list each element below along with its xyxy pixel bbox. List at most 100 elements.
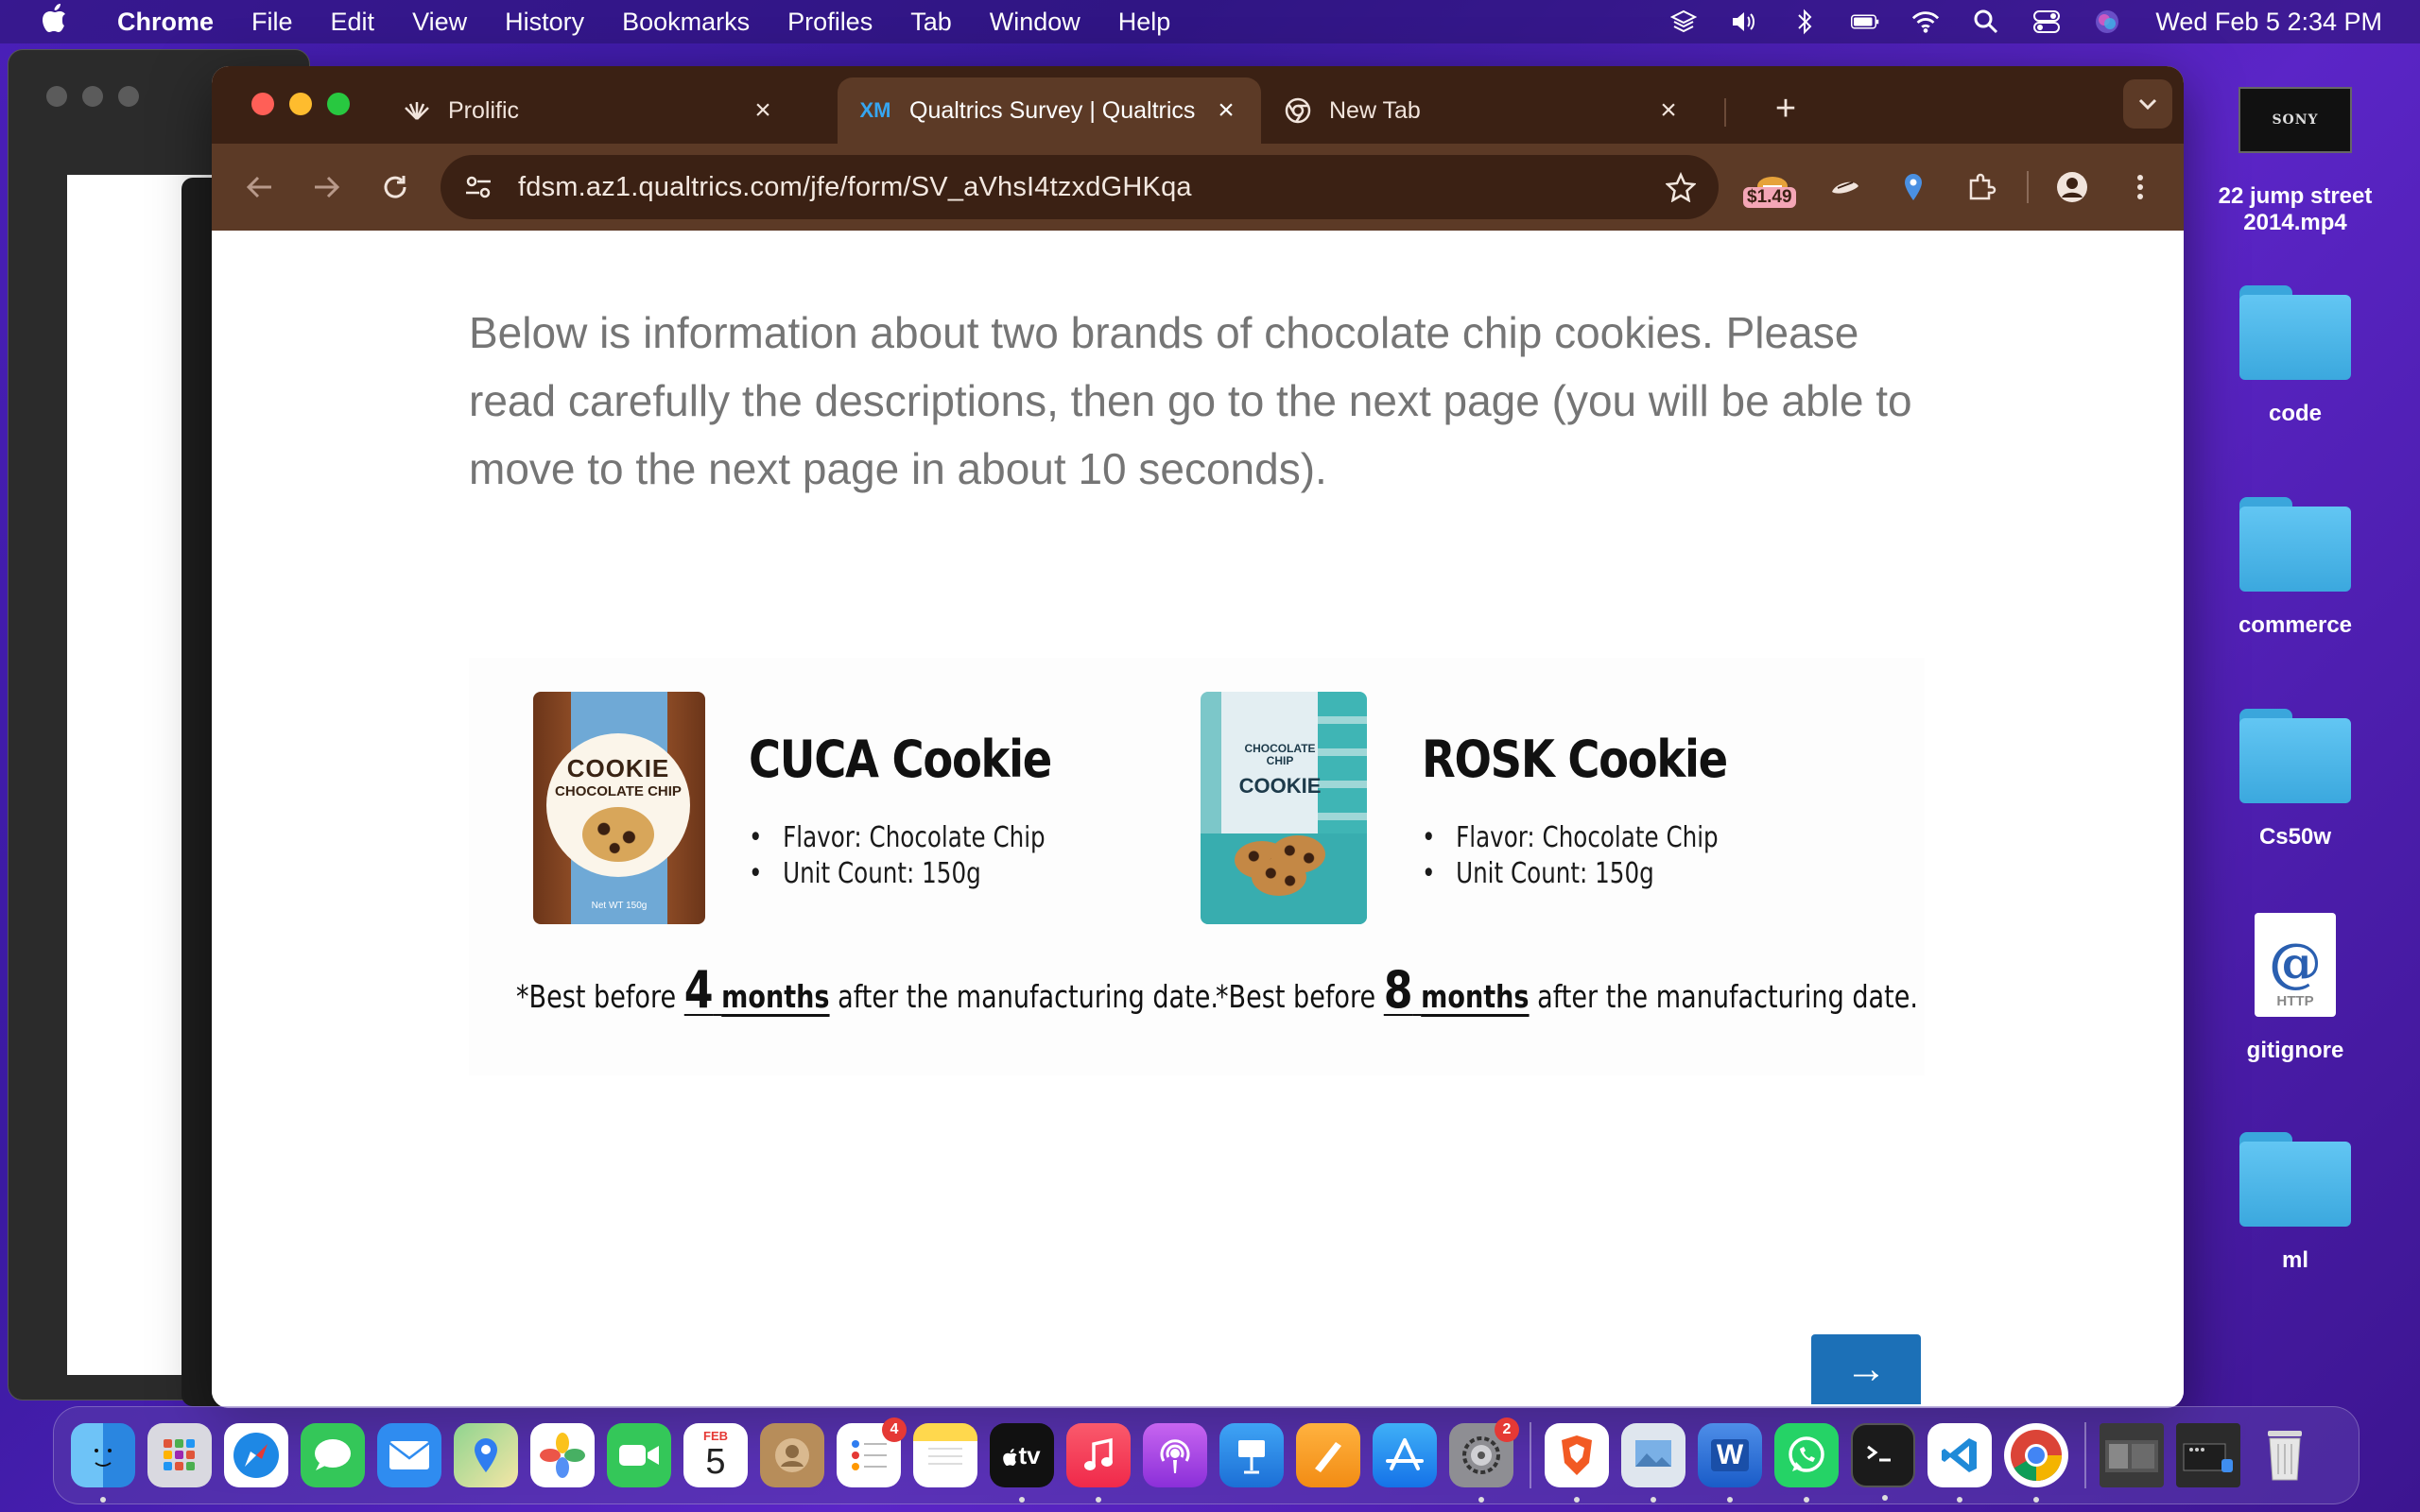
menubar-clock[interactable]: Wed Feb 5 2:34 PM bbox=[2155, 8, 2382, 37]
calendar-day: 5 bbox=[705, 1442, 726, 1482]
close-tab-icon[interactable]: × bbox=[1212, 94, 1240, 127]
microsoft-word-icon[interactable]: W bbox=[1698, 1423, 1762, 1503]
music-icon[interactable] bbox=[1066, 1423, 1131, 1503]
launchpad-icon[interactable] bbox=[147, 1423, 212, 1487]
cuca-feature-flavor: Flavor: Chocolate Chip bbox=[749, 820, 1046, 856]
profile-avatar-icon[interactable] bbox=[2048, 163, 2097, 212]
siri-icon[interactable] bbox=[2093, 8, 2121, 36]
apple-tv-icon[interactable]: tv bbox=[990, 1423, 1054, 1503]
qualtrics-xm-icon: XM bbox=[859, 98, 891, 122]
menu-profiles[interactable]: Profiles bbox=[787, 8, 873, 37]
desktop-folder-commerce[interactable]: commerce bbox=[2210, 497, 2380, 639]
close-tab-icon[interactable]: × bbox=[749, 94, 777, 127]
tab-prolific[interactable]: Prolific × bbox=[382, 77, 798, 144]
apple-menu-icon[interactable] bbox=[38, 4, 72, 40]
folder-icon bbox=[2239, 497, 2351, 592]
forward-button[interactable] bbox=[302, 163, 352, 212]
control-center-icon[interactable] bbox=[2032, 8, 2061, 36]
bookmark-star-icon[interactable] bbox=[1658, 164, 1703, 210]
close-window-button[interactable] bbox=[251, 93, 274, 115]
product-cuca: COOKIE CHOCOLATE CHIP Net WT 150g CUCA C… bbox=[518, 679, 1180, 934]
layers-status-icon[interactable] bbox=[1669, 8, 1698, 36]
reload-button[interactable] bbox=[371, 163, 420, 212]
menu-edit[interactable]: Edit bbox=[331, 8, 375, 37]
mail-icon[interactable] bbox=[377, 1423, 441, 1487]
trash-icon[interactable] bbox=[2253, 1423, 2317, 1487]
reminders-icon[interactable]: 4 bbox=[837, 1418, 907, 1487]
tab-qualtrics[interactable]: XM Qualtrics Survey | Qualtrics E × bbox=[838, 77, 1261, 144]
best-before-prefix: *Best before bbox=[1216, 978, 1376, 1015]
maps-icon[interactable] bbox=[454, 1423, 518, 1487]
menu-view[interactable]: View bbox=[412, 8, 467, 37]
rosk-product-name: ROSK Cookie bbox=[1422, 730, 1728, 789]
location-pin-extension-icon[interactable] bbox=[1889, 163, 1938, 212]
desktop-item-label: 22 jump street 2014.mp4 bbox=[2218, 183, 2373, 235]
vscode-icon[interactable] bbox=[1927, 1423, 1992, 1503]
desktop-folder-cs50w[interactable]: Cs50w bbox=[2210, 709, 2380, 850]
cuca-package-image: COOKIE CHOCOLATE CHIP Net WT 150g bbox=[533, 692, 705, 924]
app-store-icon[interactable] bbox=[1373, 1423, 1437, 1487]
system-settings-icon[interactable]: 2 bbox=[1449, 1418, 1519, 1503]
cookie-illustration bbox=[1235, 835, 1327, 896]
extensions-puzzle-icon[interactable] bbox=[1957, 163, 2006, 212]
http-file-icon: @ HTTP bbox=[2255, 913, 2336, 1017]
terminal-icon[interactable] bbox=[1851, 1423, 1915, 1501]
preview-icon[interactable] bbox=[1621, 1423, 1685, 1503]
menu-bookmarks[interactable]: Bookmarks bbox=[622, 8, 750, 37]
bluetooth-icon[interactable] bbox=[1790, 8, 1819, 36]
downloads-stack-icon[interactable] bbox=[2176, 1423, 2240, 1487]
menu-tab[interactable]: Tab bbox=[910, 8, 952, 37]
keynote-icon[interactable] bbox=[1219, 1423, 1284, 1487]
window-controls bbox=[251, 93, 365, 115]
whatsapp-icon[interactable] bbox=[1774, 1423, 1839, 1503]
desktop-file-gitignore[interactable]: @ HTTP gitignore bbox=[2210, 913, 2380, 1064]
menu-app-name[interactable]: Chrome bbox=[117, 8, 214, 37]
tab-search-button[interactable] bbox=[2123, 79, 2172, 129]
new-tab-button[interactable]: + bbox=[1762, 85, 1809, 132]
menu-window[interactable]: Window bbox=[990, 8, 1080, 37]
chrome-menu-icon[interactable] bbox=[2116, 163, 2165, 212]
finder-icon[interactable] bbox=[71, 1423, 135, 1503]
photos-icon[interactable] bbox=[530, 1423, 595, 1487]
honey-extension-icon[interactable]: $1.49 bbox=[1743, 163, 1802, 212]
desktop-item-label: commerce bbox=[2238, 612, 2353, 638]
pages-icon[interactable] bbox=[1296, 1423, 1360, 1487]
calendar-icon[interactable]: FEB 5 bbox=[683, 1423, 748, 1487]
spotlight-search-icon[interactable] bbox=[1972, 8, 2000, 36]
menu-file[interactable]: File bbox=[251, 8, 293, 37]
honey-price-badge: $1.49 bbox=[1743, 187, 1796, 208]
battery-icon[interactable] bbox=[1851, 8, 1879, 36]
desktop-folder-code[interactable]: code bbox=[2210, 285, 2380, 427]
desktop-video-file[interactable]: SONY 22 jump street 2014.mp4 bbox=[2210, 87, 2380, 236]
podcasts-icon[interactable] bbox=[1143, 1423, 1207, 1487]
next-page-button[interactable]: → bbox=[1811, 1334, 1921, 1404]
brave-icon[interactable] bbox=[1545, 1423, 1609, 1503]
back-button[interactable] bbox=[234, 163, 284, 212]
address-bar[interactable]: fdsm.az1.qualtrics.com/jfe/form/SV_aVhsI… bbox=[441, 155, 1719, 219]
menu-history[interactable]: History bbox=[505, 8, 584, 37]
facetime-icon[interactable] bbox=[607, 1423, 671, 1487]
site-info-icon[interactable] bbox=[456, 164, 501, 210]
rosk-feature-flavor: Flavor: Chocolate Chip bbox=[1422, 820, 1719, 856]
tab-strip: Prolific × XM Qualtrics Survey | Qualtri… bbox=[212, 66, 2184, 144]
chrome-dock-icon[interactable] bbox=[2004, 1423, 2068, 1503]
volume-icon[interactable] bbox=[1730, 8, 1758, 36]
menu-help[interactable]: Help bbox=[1118, 8, 1171, 37]
contacts-icon[interactable] bbox=[760, 1423, 824, 1487]
cuca-package-weight: Net WT 150g bbox=[591, 901, 648, 911]
extension-hat-icon[interactable] bbox=[1821, 163, 1870, 212]
cuca-package-title: COOKIE bbox=[566, 754, 670, 782]
wifi-icon[interactable] bbox=[1911, 8, 1940, 36]
url-text[interactable]: fdsm.az1.qualtrics.com/jfe/form/SV_aVhsI… bbox=[518, 172, 1658, 203]
notes-icon[interactable] bbox=[913, 1423, 977, 1487]
rosk-package-subtitle: COOKIE bbox=[1238, 774, 1322, 798]
minimize-window-button[interactable] bbox=[289, 93, 312, 115]
safari-icon[interactable] bbox=[224, 1423, 288, 1487]
messages-icon[interactable] bbox=[301, 1423, 365, 1487]
recent-window-thumbnail[interactable] bbox=[2100, 1423, 2164, 1487]
desktop-folder-ml[interactable]: ml bbox=[2210, 1132, 2380, 1274]
zoom-window-button[interactable] bbox=[327, 93, 350, 115]
cuca-best-before: *Best before 4 months after the manufact… bbox=[516, 960, 1219, 1020]
tab-new-tab[interactable]: New Tab × bbox=[1263, 77, 1703, 144]
close-tab-icon[interactable]: × bbox=[1654, 94, 1683, 127]
